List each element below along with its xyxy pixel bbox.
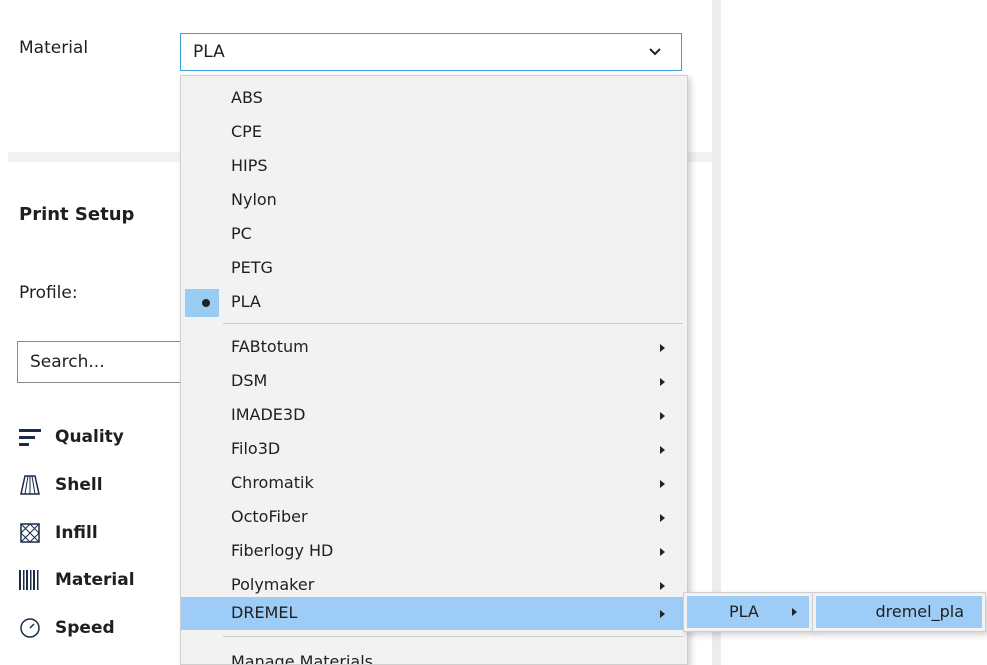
menu-item-chromatik[interactable]: Chromatik <box>181 467 687 500</box>
quality-icon <box>17 426 43 448</box>
submenu-arrow-icon <box>660 548 665 556</box>
speed-icon <box>17 617 43 639</box>
menu-item-fabtotum[interactable]: FABtotum <box>181 331 687 364</box>
submenu-item-dremel-pla[interactable]: dremel_pla <box>816 596 982 628</box>
menu-item-label: Chromatik <box>231 473 314 492</box>
category-label: Infill <box>55 523 98 543</box>
category-label: Speed <box>55 618 115 638</box>
menu-item-manage-materials[interactable]: Manage Materials... <box>181 646 687 665</box>
menu-item-octofiber[interactable]: OctoFiber <box>181 501 687 534</box>
menu-item-cpe[interactable]: CPE <box>181 116 687 149</box>
material-label: Material <box>19 38 89 58</box>
menu-item-label: HIPS <box>231 156 268 175</box>
menu-item-filo3d[interactable]: Filo3D <box>181 433 687 466</box>
material-selected-value: PLA <box>193 42 225 62</box>
menu-item-label: PC <box>231 224 252 243</box>
shell-icon <box>17 474 43 496</box>
menu-item-label: Manage Materials... <box>231 652 389 665</box>
material-dropdown-menu: ABS CPE HIPS Nylon PC PETG PLA FABtotum … <box>180 75 688 665</box>
submenu-item-pla[interactable]: PLA <box>687 596 809 628</box>
menu-item-fiberlogy-hd[interactable]: Fiberlogy HD <box>181 535 687 568</box>
menu-item-pc[interactable]: PC <box>181 218 687 251</box>
menu-item-hips[interactable]: HIPS <box>181 150 687 183</box>
menu-item-label: DREMEL <box>231 603 298 622</box>
submenu-arrow-icon <box>660 344 665 352</box>
menu-item-label: Filo3D <box>231 439 281 458</box>
category-label: Quality <box>55 427 124 447</box>
submenu-arrow-icon <box>792 608 797 616</box>
menu-item-imade3d[interactable]: IMADE3D <box>181 399 687 432</box>
material-icon <box>17 569 43 591</box>
print-setup-title: Print Setup <box>19 204 135 225</box>
panel-divider <box>712 0 721 665</box>
menu-item-label: IMADE3D <box>231 405 306 424</box>
submenu-arrow-icon <box>660 480 665 488</box>
menu-item-pla[interactable]: PLA <box>181 286 687 319</box>
profile-label: Profile: <box>19 283 78 303</box>
settings-search-input[interactable]: Search... <box>17 341 187 383</box>
search-placeholder: Search... <box>30 352 105 372</box>
category-label: Material <box>55 570 135 590</box>
menu-item-abs[interactable]: ABS <box>181 82 687 115</box>
submenu-item-label: PLA <box>729 602 759 621</box>
menu-item-label: PETG <box>231 258 273 277</box>
category-infill[interactable]: Infill <box>17 519 98 547</box>
submenu-arrow-icon <box>660 446 665 454</box>
submenu-item-label: dremel_pla <box>875 602 964 621</box>
chevron-down-icon <box>649 48 661 56</box>
dremel-pla-submenu: dremel_pla <box>812 592 986 632</box>
menu-item-label: Polymaker <box>231 575 315 594</box>
menu-item-label: Nylon <box>231 190 277 209</box>
category-label: Shell <box>55 475 103 495</box>
menu-item-label: Fiberlogy HD <box>231 541 334 560</box>
submenu-arrow-icon <box>660 378 665 386</box>
category-shell[interactable]: Shell <box>17 471 103 499</box>
menu-item-dremel[interactable]: DREMEL <box>181 597 687 630</box>
dremel-submenu: PLA <box>683 592 813 632</box>
category-quality[interactable]: Quality <box>17 423 124 451</box>
menu-item-dsm[interactable]: DSM <box>181 365 687 398</box>
menu-item-petg[interactable]: PETG <box>181 252 687 285</box>
category-speed[interactable]: Speed <box>17 614 115 642</box>
menu-separator <box>223 323 683 324</box>
category-material[interactable]: Material <box>17 566 135 594</box>
menu-item-label: DSM <box>231 371 268 390</box>
menu-item-nylon[interactable]: Nylon <box>181 184 687 217</box>
menu-item-label: FABtotum <box>231 337 309 356</box>
submenu-arrow-icon <box>660 582 665 590</box>
infill-icon <box>17 522 43 544</box>
submenu-arrow-icon <box>660 514 665 522</box>
submenu-arrow-icon <box>660 412 665 420</box>
menu-item-label: PLA <box>231 292 261 311</box>
menu-item-label: OctoFiber <box>231 507 308 526</box>
menu-item-label: CPE <box>231 122 262 141</box>
material-dropdown[interactable]: PLA <box>180 33 682 71</box>
menu-separator <box>223 636 683 637</box>
menu-item-label: ABS <box>231 88 263 107</box>
submenu-arrow-icon <box>660 610 665 618</box>
